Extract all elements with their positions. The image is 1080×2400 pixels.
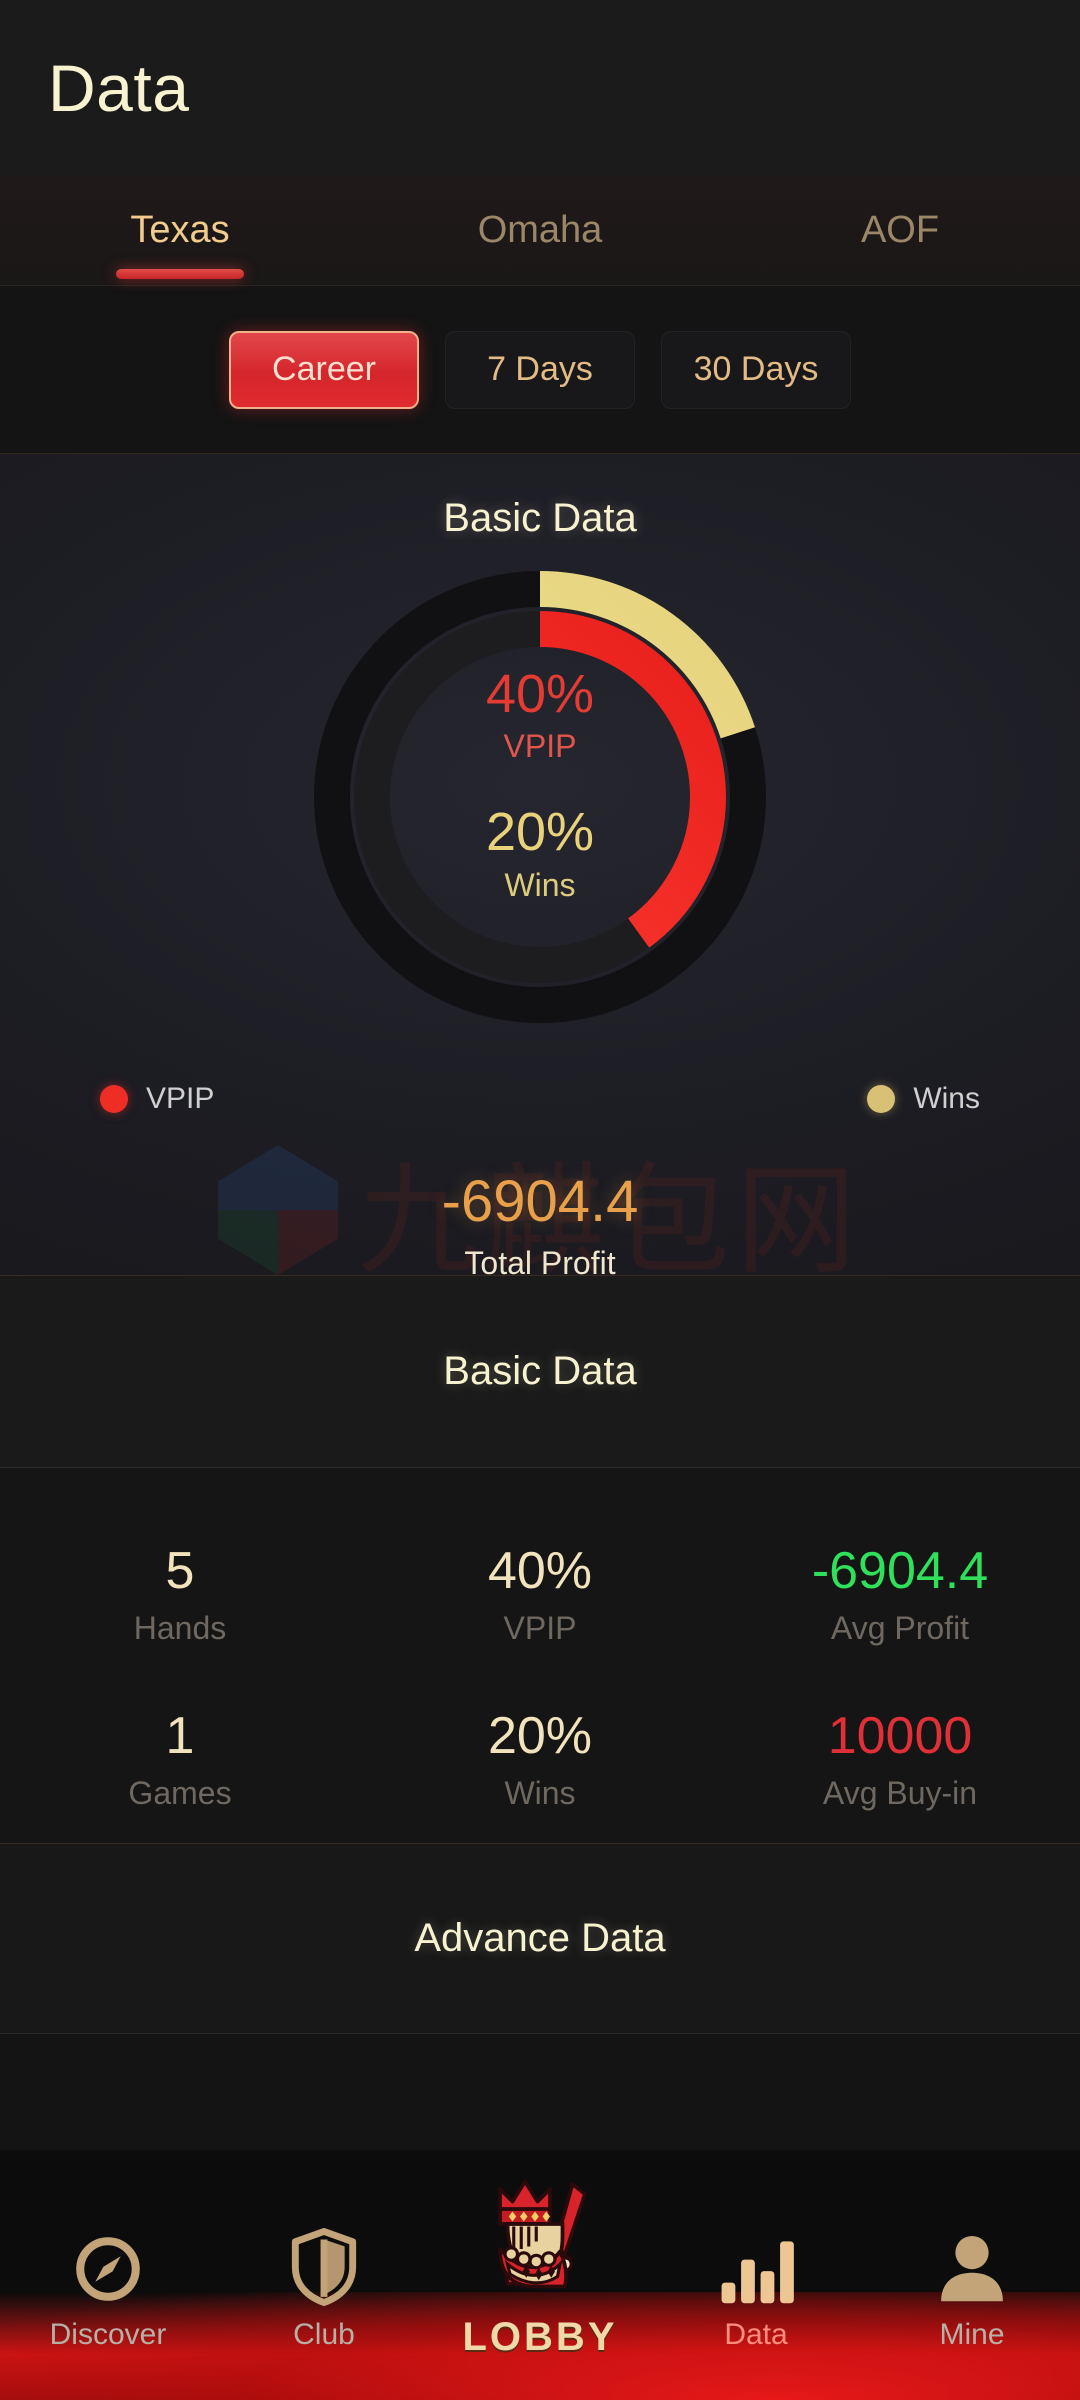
page-title: Data bbox=[48, 51, 190, 125]
nav-item-data[interactable]: Data bbox=[648, 2216, 864, 2400]
stat-games-value: 1 bbox=[165, 1707, 195, 1766]
nav-label-mine: Mine bbox=[939, 2318, 1005, 2351]
stat-avg-buyin-value: 10000 bbox=[827, 1707, 973, 1766]
tab-texas[interactable]: Texas bbox=[0, 176, 360, 285]
basic-data-chart-card: Basic Data 40% VPIP 20% Wins bbox=[0, 454, 1080, 1276]
basic-data-title: Basic Data bbox=[443, 1349, 637, 1393]
legend-dot-icon bbox=[867, 1085, 896, 1113]
legend-label-vpip: VPIP bbox=[146, 1082, 215, 1115]
stat-avg-buyin: 10000 Avg Buy-in bbox=[720, 1678, 1080, 1844]
tab-texas-label: Texas bbox=[130, 209, 230, 251]
stat-avg-profit-value: -6904.4 bbox=[811, 1541, 989, 1600]
period-button-7-days[interactable]: 7 Days bbox=[445, 330, 635, 409]
total-profit-block: -6904.4 Total Profit bbox=[0, 1168, 1080, 1282]
stat-avg-profit-label: Avg Profit bbox=[830, 1609, 970, 1646]
basic-data-stats-grid: 5 Hands 40% VPIP -6904.4 Avg Profit 1 Ga… bbox=[0, 1468, 1080, 1844]
donut-gauge-chart: 40% VPIP 20% Wins bbox=[260, 547, 820, 1047]
total-profit-value: -6904.4 bbox=[441, 1169, 639, 1234]
stat-hands-label: Hands bbox=[133, 1609, 227, 1646]
compass-icon bbox=[71, 2216, 145, 2306]
stat-vpip-value: 40% bbox=[487, 1541, 593, 1600]
stat-vpip: 40% VPIP bbox=[360, 1512, 720, 1678]
nav-item-lobby[interactable]: LOBBY bbox=[432, 2159, 648, 2400]
advance-data-section-header: Advance Data bbox=[0, 1844, 1080, 2034]
stat-wins-label: Wins bbox=[504, 1775, 576, 1812]
app-header: Data bbox=[0, 0, 1080, 176]
period-selector: Career 7 Days 30 Days bbox=[0, 286, 1080, 454]
nav-item-discover[interactable]: Discover bbox=[0, 2216, 216, 2400]
period-button-career[interactable]: Career bbox=[229, 330, 419, 409]
nav-item-club[interactable]: Club bbox=[216, 2216, 432, 2400]
stat-wins-value: 20% bbox=[487, 1707, 593, 1766]
data-screen: Data Texas Omaha AOF Career 7 Days 30 Da… bbox=[0, 0, 1080, 2400]
legend-dot-icon bbox=[100, 1085, 128, 1113]
chart-section-title: Basic Data bbox=[443, 496, 637, 540]
advance-data-title: Advance Data bbox=[414, 1916, 666, 1960]
tab-aof[interactable]: AOF bbox=[720, 176, 1080, 285]
person-icon bbox=[934, 2216, 1010, 2306]
chart-legend: VPIP Wins bbox=[0, 1082, 1080, 1116]
nav-label-data: Data bbox=[724, 2318, 788, 2351]
legend-item-wins: Wins bbox=[867, 1082, 980, 1116]
king-mascot-icon bbox=[465, 2159, 615, 2309]
game-type-tabs: Texas Omaha AOF bbox=[0, 176, 1080, 286]
nav-items: Discover Club LOBBY Data Mine bbox=[0, 2150, 1080, 2400]
nav-item-mine[interactable]: Mine bbox=[864, 2216, 1080, 2400]
nav-label-lobby: LOBBY bbox=[462, 2315, 618, 2359]
stat-avg-buyin-label: Avg Buy-in bbox=[822, 1775, 978, 1812]
tab-active-indicator bbox=[116, 269, 244, 279]
tab-omaha-label: Omaha bbox=[477, 209, 603, 251]
stat-games: 1 Games bbox=[0, 1678, 360, 1844]
total-profit-label: Total Profit bbox=[464, 1245, 616, 1281]
nav-label-discover: Discover bbox=[49, 2318, 167, 2351]
tab-aof-label: AOF bbox=[860, 209, 940, 251]
period-button-30-days[interactable]: 30 Days bbox=[661, 330, 851, 409]
stat-wins: 20% Wins bbox=[360, 1678, 720, 1844]
stat-hands: 5 Hands bbox=[0, 1512, 360, 1678]
legend-item-vpip: VPIP bbox=[100, 1082, 214, 1116]
basic-data-section-header: Basic Data bbox=[0, 1276, 1080, 1468]
stat-games-label: Games bbox=[128, 1775, 232, 1812]
nav-label-club: Club bbox=[293, 2318, 355, 2351]
legend-label-wins: Wins bbox=[913, 1082, 980, 1115]
stat-avg-profit: -6904.4 Avg Profit bbox=[720, 1512, 1080, 1678]
shield-icon bbox=[289, 2216, 359, 2306]
bar-chart-icon bbox=[717, 2216, 795, 2306]
donut-svg bbox=[314, 571, 766, 1023]
tab-omaha[interactable]: Omaha bbox=[360, 176, 720, 285]
stat-vpip-label: VPIP bbox=[503, 1609, 577, 1646]
stat-hands-value: 5 bbox=[165, 1541, 195, 1600]
bottom-navigation-bar: Discover Club LOBBY Data Mine bbox=[0, 2150, 1080, 2400]
